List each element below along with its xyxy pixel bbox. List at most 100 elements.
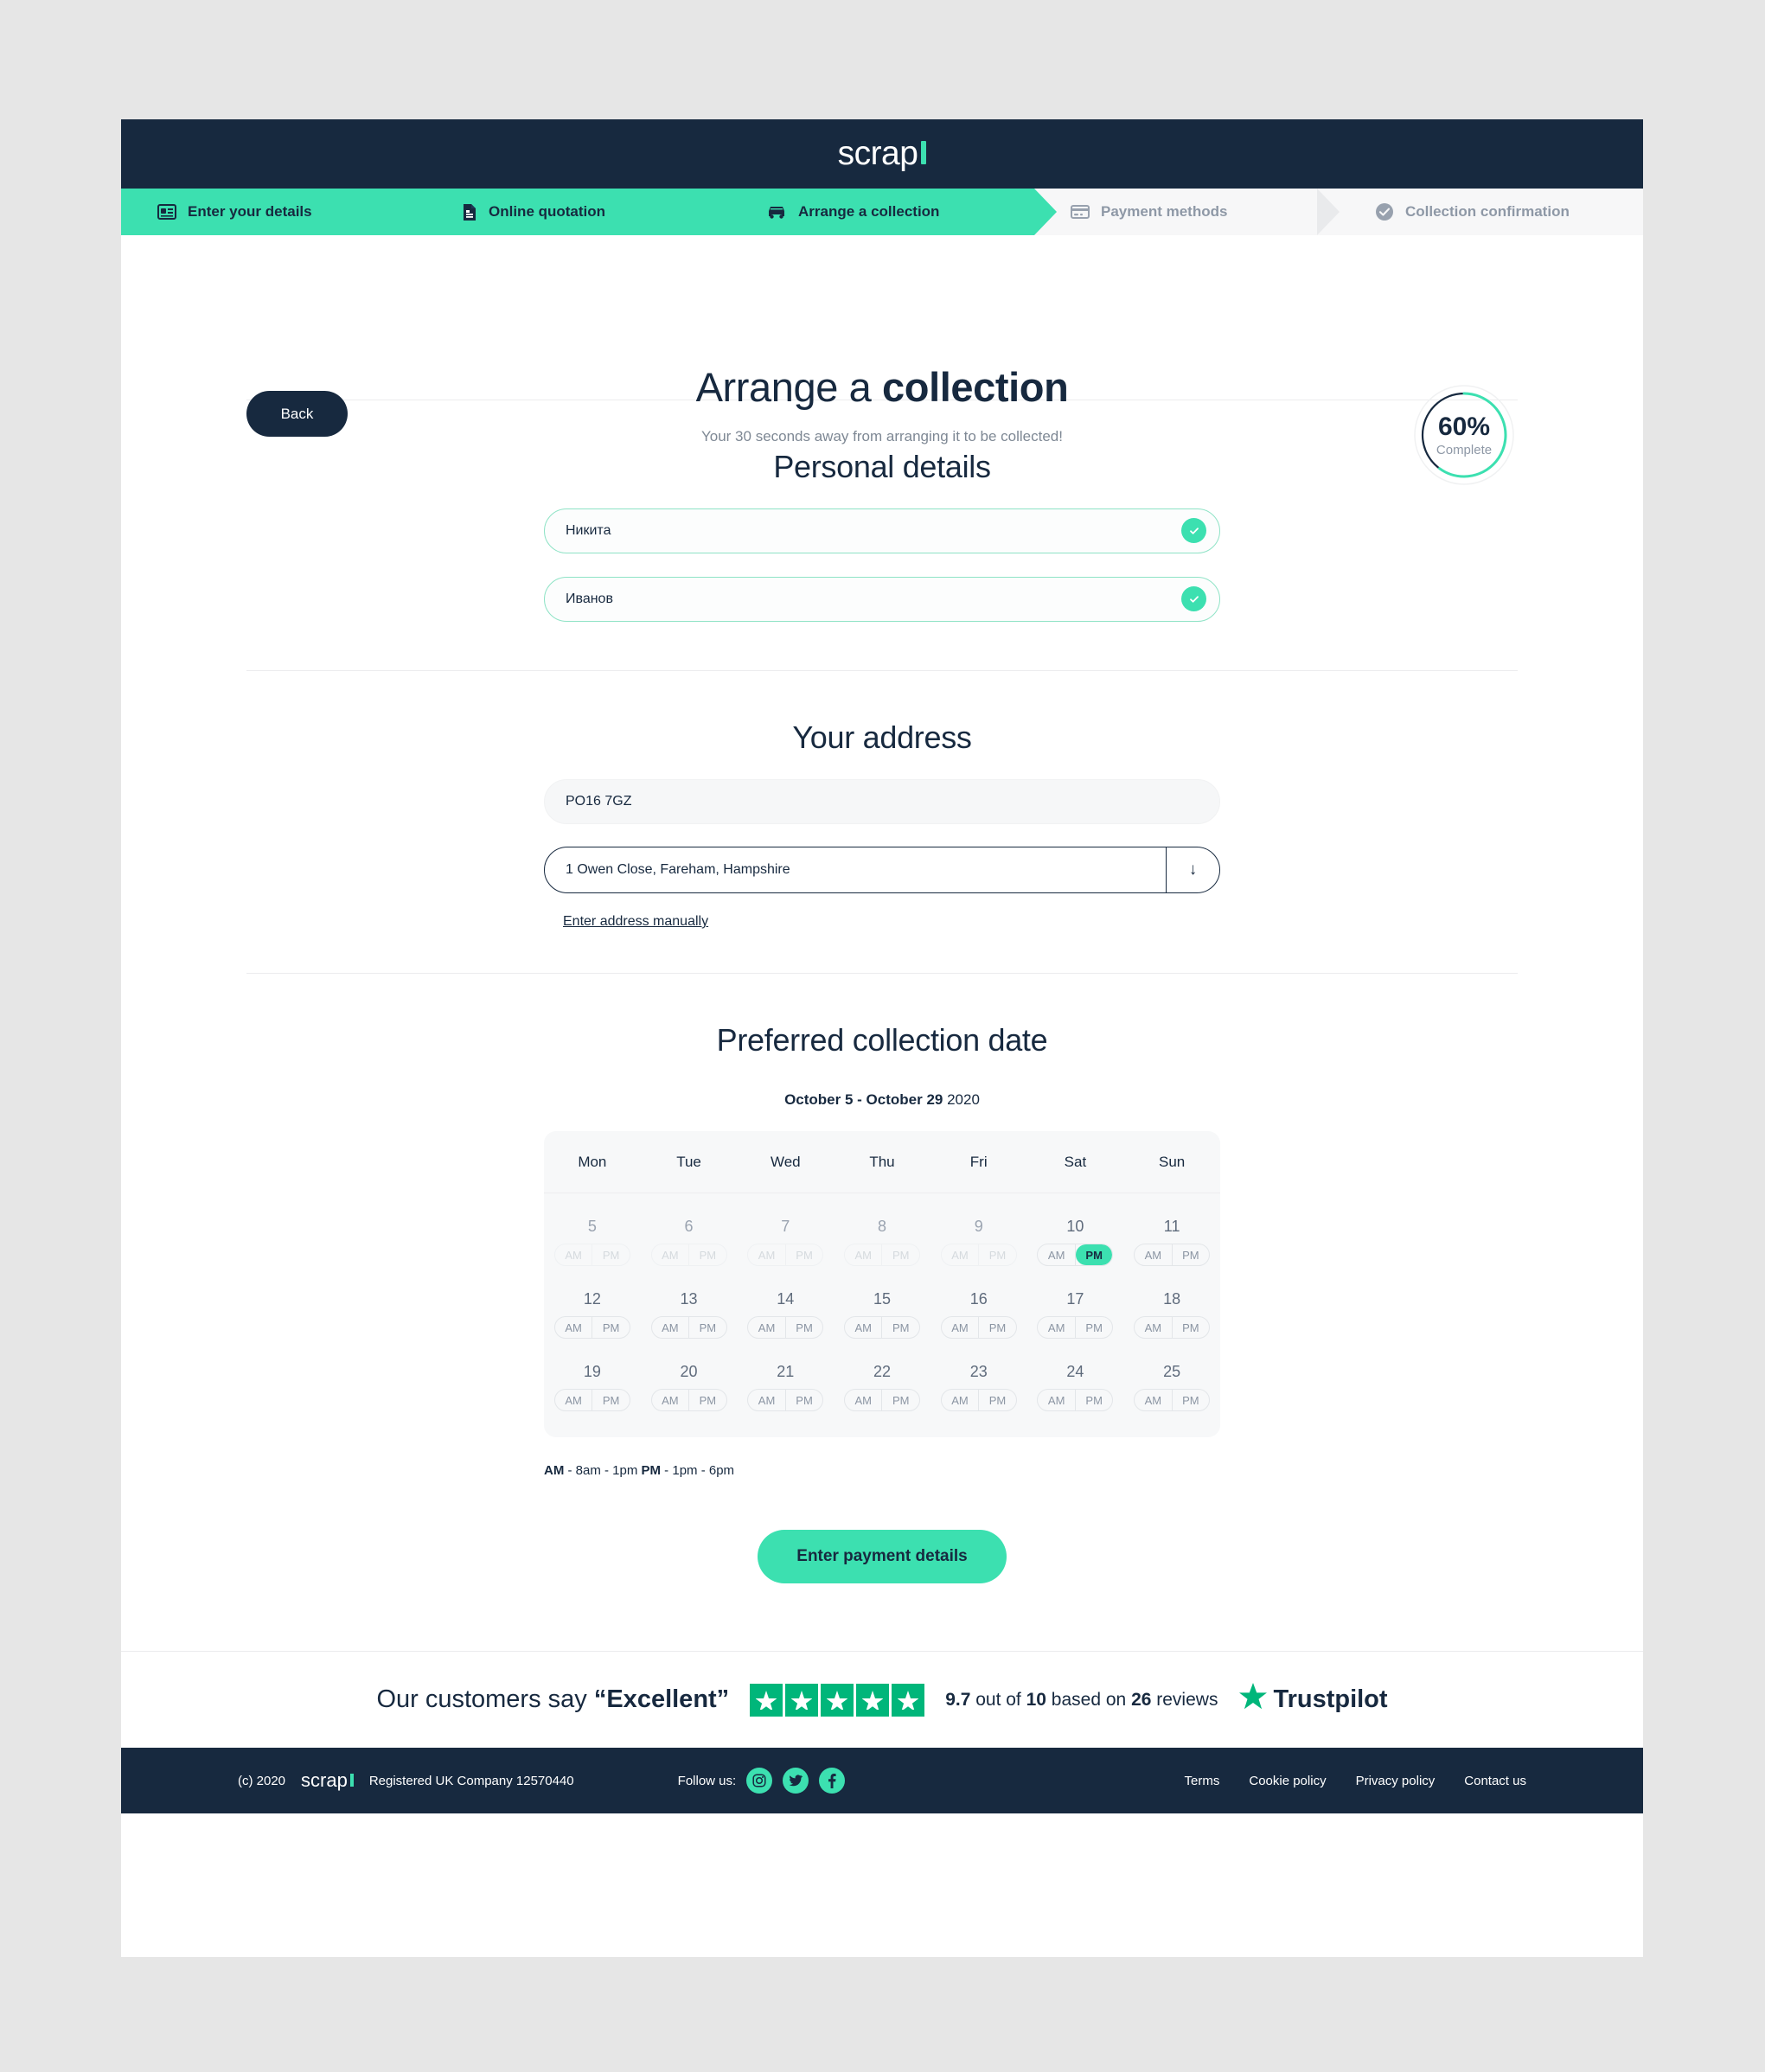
ampm-option-am: AM xyxy=(652,1244,690,1265)
ampm-toggle[interactable]: AM PM xyxy=(553,1389,630,1411)
ampm-option-am[interactable]: AM xyxy=(748,1317,786,1338)
ampm-option-pm[interactable]: PM xyxy=(592,1390,630,1410)
calendar-day-number: 12 xyxy=(583,1290,601,1308)
last-name-input[interactable] xyxy=(544,577,1220,622)
ampm-option-pm[interactable]: PM xyxy=(979,1390,1016,1410)
ampm-option-pm[interactable]: PM xyxy=(786,1317,823,1338)
ampm-toggle[interactable]: AM PM xyxy=(1037,1389,1114,1411)
first-name-input[interactable] xyxy=(544,508,1220,553)
ampm-option-am[interactable]: AM xyxy=(845,1390,883,1410)
cta-wrap: Enter payment details xyxy=(121,1530,1643,1651)
trustpilot-rating-word: “Excellent” xyxy=(593,1685,730,1713)
score-suffix: based on xyxy=(1046,1689,1132,1710)
last-name-valid-icon xyxy=(1181,586,1206,611)
ampm-option-pm[interactable]: PM xyxy=(882,1390,919,1410)
trustpilot-stars xyxy=(750,1683,925,1717)
enter-payment-details-button[interactable]: Enter payment details xyxy=(758,1530,1007,1583)
legend-pm-value: - 1pm - 6pm xyxy=(661,1463,735,1478)
ampm-option-am[interactable]: AM xyxy=(942,1390,980,1410)
ampm-toggle[interactable]: AM PM xyxy=(650,1316,727,1339)
ampm-option-pm[interactable]: PM xyxy=(689,1317,726,1338)
step-online-quotation[interactable]: Online quotation xyxy=(425,189,752,235)
ampm-toggle[interactable]: AM PM xyxy=(940,1316,1017,1339)
address-heading: Your address xyxy=(792,719,972,755)
ampm-toggle[interactable]: AM PM xyxy=(1134,1316,1211,1339)
trustpilot-logo[interactable]: Trustpilot xyxy=(1238,1682,1388,1717)
ampm-toggle[interactable]: AM PM xyxy=(843,1316,920,1339)
ampm-toggle[interactable]: AM PM xyxy=(1037,1244,1114,1266)
calendar-day-cell: 14 AM PM xyxy=(737,1290,834,1339)
ampm-option-am[interactable]: AM xyxy=(1038,1244,1076,1265)
reviews-word: reviews xyxy=(1151,1689,1218,1710)
chevron-down-icon[interactable]: ↓ xyxy=(1166,847,1219,892)
back-button[interactable]: Back xyxy=(246,391,348,437)
ampm-option-am[interactable]: AM xyxy=(845,1317,883,1338)
instagram-icon[interactable] xyxy=(746,1768,773,1794)
step-enter-your-details[interactable]: Enter your details xyxy=(121,189,448,235)
ampm-option-am[interactable]: AM xyxy=(1135,1390,1173,1410)
step-arrange-a-collection[interactable]: Arrange a collection xyxy=(730,189,1057,235)
ampm-option-am[interactable]: AM xyxy=(652,1317,690,1338)
footer-link[interactable]: Privacy policy xyxy=(1356,1774,1436,1788)
ampm-option-am[interactable]: AM xyxy=(1038,1390,1076,1410)
weekday-mon: Mon xyxy=(578,1153,607,1170)
progress-percent: 60% xyxy=(1437,412,1491,441)
ampm-toggle[interactable]: AM PM xyxy=(843,1389,920,1411)
page-title-light: Arrange a xyxy=(695,364,883,410)
ampm-toggle[interactable]: AM PM xyxy=(940,1389,1017,1411)
ampm-option-pm[interactable]: PM xyxy=(1076,1317,1113,1338)
calendar-day-number: 22 xyxy=(873,1363,891,1380)
footer-logo[interactable]: scrap xyxy=(301,1769,354,1792)
score-value: 9.7 xyxy=(945,1689,971,1710)
ampm-option-pm[interactable]: PM xyxy=(592,1317,630,1338)
ampm-option-pm[interactable]: PM xyxy=(689,1390,726,1410)
ampm-option-pm[interactable]: PM xyxy=(1076,1390,1113,1410)
ampm-option-am[interactable]: AM xyxy=(652,1390,690,1410)
trustpilot-star xyxy=(892,1683,925,1717)
ampm-option-am[interactable]: AM xyxy=(555,1390,593,1410)
ampm-toggle[interactable]: AM PM xyxy=(747,1389,824,1411)
step-payment-methods[interactable]: Payment methods xyxy=(1034,189,1340,235)
ampm-option-pm[interactable]: PM xyxy=(1173,1244,1210,1265)
address-section: Your address 1 Owen Close, Fareham, Hamp… xyxy=(121,671,1643,930)
legend-am-value: - 8am - 1pm xyxy=(564,1463,642,1478)
ampm-option-pm[interactable]: PM xyxy=(786,1390,823,1410)
ampm-toggle[interactable]: AM PM xyxy=(1134,1244,1211,1266)
address-select[interactable]: 1 Owen Close, Fareham, Hampshire ↓ xyxy=(544,847,1220,893)
calendar-day-cell: 20 AM PM xyxy=(641,1363,738,1411)
facebook-icon[interactable] xyxy=(819,1768,846,1794)
ampm-toggle[interactable]: AM PM xyxy=(650,1389,727,1411)
brand-logo[interactable]: scrap xyxy=(838,135,927,173)
trustpilot-say-prefix: Our customers say xyxy=(376,1685,594,1713)
ampm-option-am[interactable]: AM xyxy=(748,1390,786,1410)
ampm-option-am[interactable]: AM xyxy=(942,1317,980,1338)
enter-address-manually-link[interactable]: Enter address manually xyxy=(563,914,708,930)
ampm-toggle[interactable]: AM PM xyxy=(1134,1389,1211,1411)
ampm-option-pm[interactable]: PM xyxy=(882,1317,919,1338)
ampm-option-pm[interactable]: PM xyxy=(1173,1317,1210,1338)
footer-link[interactable]: Terms xyxy=(1185,1774,1220,1788)
ampm-option-pm[interactable]: PM xyxy=(979,1317,1016,1338)
ampm-option-pm[interactable]: PM xyxy=(1173,1390,1210,1410)
ampm-option-am[interactable]: AM xyxy=(1135,1244,1173,1265)
footer-logo-accent-bar xyxy=(349,1774,354,1787)
trustpilot-saying: Our customers say “Excellent” xyxy=(376,1685,729,1714)
page-footer: (c) 2020 scrap Registered UK Company 125… xyxy=(121,1748,1643,1813)
ampm-option-am[interactable]: AM xyxy=(555,1317,593,1338)
ampm-option-am[interactable]: AM xyxy=(1038,1317,1076,1338)
progress-steps: Enter your details Online quotation Arra… xyxy=(121,189,1643,235)
calendar-day-number: 21 xyxy=(777,1363,795,1380)
ampm-option-pm[interactable]: PM xyxy=(1075,1244,1113,1265)
footer-link[interactable]: Cookie policy xyxy=(1249,1774,1326,1788)
step-collection-confirmation[interactable]: Collection confirmation xyxy=(1339,189,1643,235)
ampm-option-pm: PM xyxy=(699,1248,717,1262)
ampm-toggle[interactable]: AM PM xyxy=(747,1316,824,1339)
footer-link[interactable]: Contact us xyxy=(1464,1774,1526,1788)
ampm-toggle[interactable]: AM PM xyxy=(553,1316,630,1339)
twitter-icon[interactable] xyxy=(783,1768,809,1794)
ampm-toggle[interactable]: AM PM xyxy=(1037,1316,1114,1339)
calendar-day-number: 17 xyxy=(1066,1290,1084,1308)
calendar-day-cell: 23 AM PM xyxy=(930,1363,1027,1411)
postcode-input[interactable] xyxy=(544,779,1220,824)
ampm-option-am[interactable]: AM xyxy=(1135,1317,1173,1338)
